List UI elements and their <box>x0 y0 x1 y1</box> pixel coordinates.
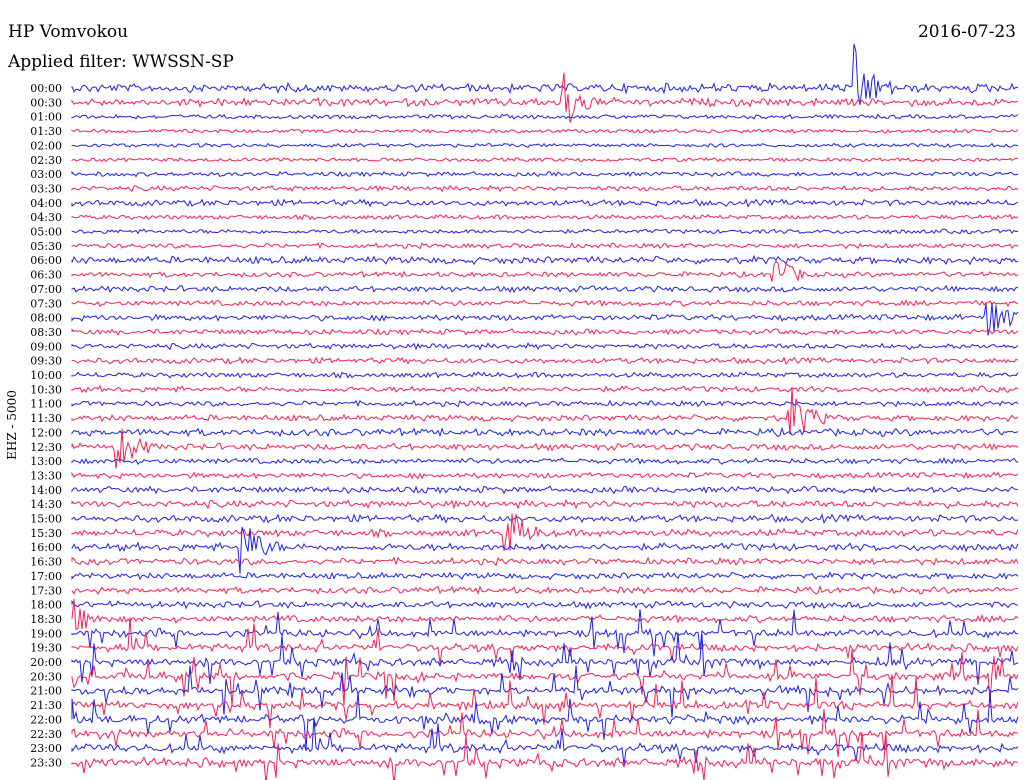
trace-row <box>71 717 1019 765</box>
row-label: 10:00 <box>30 369 62 382</box>
trace-row <box>71 260 1019 282</box>
row-label: 21:30 <box>30 699 62 712</box>
row-label: 21:00 <box>30 685 62 698</box>
trace-row <box>71 198 1019 208</box>
row-label: 00:30 <box>30 96 62 109</box>
row-label: 13:30 <box>30 469 62 482</box>
row-label: 06:00 <box>30 254 62 267</box>
row-label: 04:00 <box>30 197 62 210</box>
trace-row <box>71 170 1019 178</box>
trace-row <box>71 142 1019 149</box>
trace-row <box>71 513 1019 525</box>
trace-row <box>71 242 1019 250</box>
trace-row <box>71 371 1019 380</box>
row-label: 01:00 <box>30 111 62 124</box>
trace-row <box>71 428 1019 469</box>
row-label: 01:30 <box>30 125 62 138</box>
trace-row <box>71 302 1019 336</box>
row-label: 08:30 <box>30 326 62 339</box>
date-label: 2016-07-23 <box>918 22 1016 42</box>
trace-row <box>71 571 1019 581</box>
row-label: 15:30 <box>30 527 62 540</box>
row-label: 02:00 <box>30 139 62 152</box>
trace-row <box>71 254 1019 266</box>
trace-row <box>71 632 1019 685</box>
trace-row <box>71 471 1019 480</box>
trace-row <box>71 356 1019 366</box>
trace-row <box>71 299 1019 308</box>
trace-row <box>71 342 1019 351</box>
trace-row <box>71 485 1019 495</box>
row-label: 06:30 <box>30 269 62 282</box>
row-label: 02:30 <box>30 154 62 167</box>
row-label: 17:00 <box>30 570 62 583</box>
trace-row <box>71 498 1019 510</box>
trace-row <box>71 228 1019 235</box>
row-label: 11:30 <box>30 412 62 425</box>
y-axis-label: EHZ - 5000 <box>5 390 19 460</box>
trace-row <box>71 691 1019 749</box>
row-label: 00:00 <box>30 82 62 95</box>
station-title: HP Vomvokou <box>8 22 128 42</box>
row-label: 18:00 <box>30 599 62 612</box>
row-label: 07:30 <box>30 297 62 310</box>
row-label: 15:00 <box>30 513 62 526</box>
row-label: 18:30 <box>30 613 62 626</box>
row-label: 22:30 <box>30 728 62 741</box>
row-label: 20:30 <box>30 670 62 683</box>
row-label: 09:00 <box>30 340 62 353</box>
trace-group <box>71 43 1019 780</box>
row-label: 16:00 <box>30 541 62 554</box>
helicorder-chart: HP Vomvokou 2016-07-23 Applied filter: W… <box>5 22 1019 780</box>
row-label: 04:30 <box>30 211 62 224</box>
trace-row <box>71 426 1019 438</box>
row-label: 08:00 <box>30 312 62 325</box>
trace-row <box>71 386 1019 435</box>
row-label: 17:30 <box>30 584 62 597</box>
row-label: 07:00 <box>30 283 62 296</box>
filter-label: Applied filter: WWSSN-SP <box>7 52 234 72</box>
trace-row <box>71 649 1019 707</box>
trace-row <box>71 156 1019 163</box>
trace-row <box>71 556 1019 567</box>
trace-row <box>71 184 1019 193</box>
row-label: 14:30 <box>30 498 62 511</box>
row-label: 09:30 <box>30 355 62 368</box>
row-label: 22:00 <box>30 713 62 726</box>
row-label: 12:00 <box>30 426 62 439</box>
row-label: 16:30 <box>30 556 62 569</box>
trace-row <box>71 399 1019 408</box>
row-label: 13:00 <box>30 455 62 468</box>
trace-row <box>71 732 1019 780</box>
trace-row <box>71 599 1019 610</box>
row-label: 23:30 <box>30 756 62 769</box>
row-label: 03:30 <box>30 182 62 195</box>
trace-row <box>71 113 1019 120</box>
row-labels: 00:0000:30 01:0001:3002:00 02:3003:0003:30… <box>30 82 62 769</box>
trace-row <box>71 457 1019 465</box>
row-label: 05:00 <box>30 226 62 239</box>
row-label: 10:30 <box>30 383 62 396</box>
trace-row <box>71 284 1019 294</box>
row-label: 20:00 <box>30 656 62 669</box>
trace-row <box>71 585 1019 595</box>
trace-row <box>71 384 1019 394</box>
trace-row <box>71 513 1019 552</box>
trace-row <box>71 328 1019 336</box>
row-label: 12:30 <box>30 441 62 454</box>
row-label: 11:00 <box>30 398 62 411</box>
trace-row <box>71 617 1019 664</box>
trace-row <box>71 213 1019 221</box>
row-label: 05:30 <box>30 240 62 253</box>
row-label: 14:00 <box>30 484 62 497</box>
row-label: 19:30 <box>30 642 62 655</box>
row-label: 23:00 <box>30 742 62 755</box>
row-label: 19:00 <box>30 627 62 640</box>
row-label: 03:00 <box>30 168 62 181</box>
trace-row <box>71 128 1019 134</box>
